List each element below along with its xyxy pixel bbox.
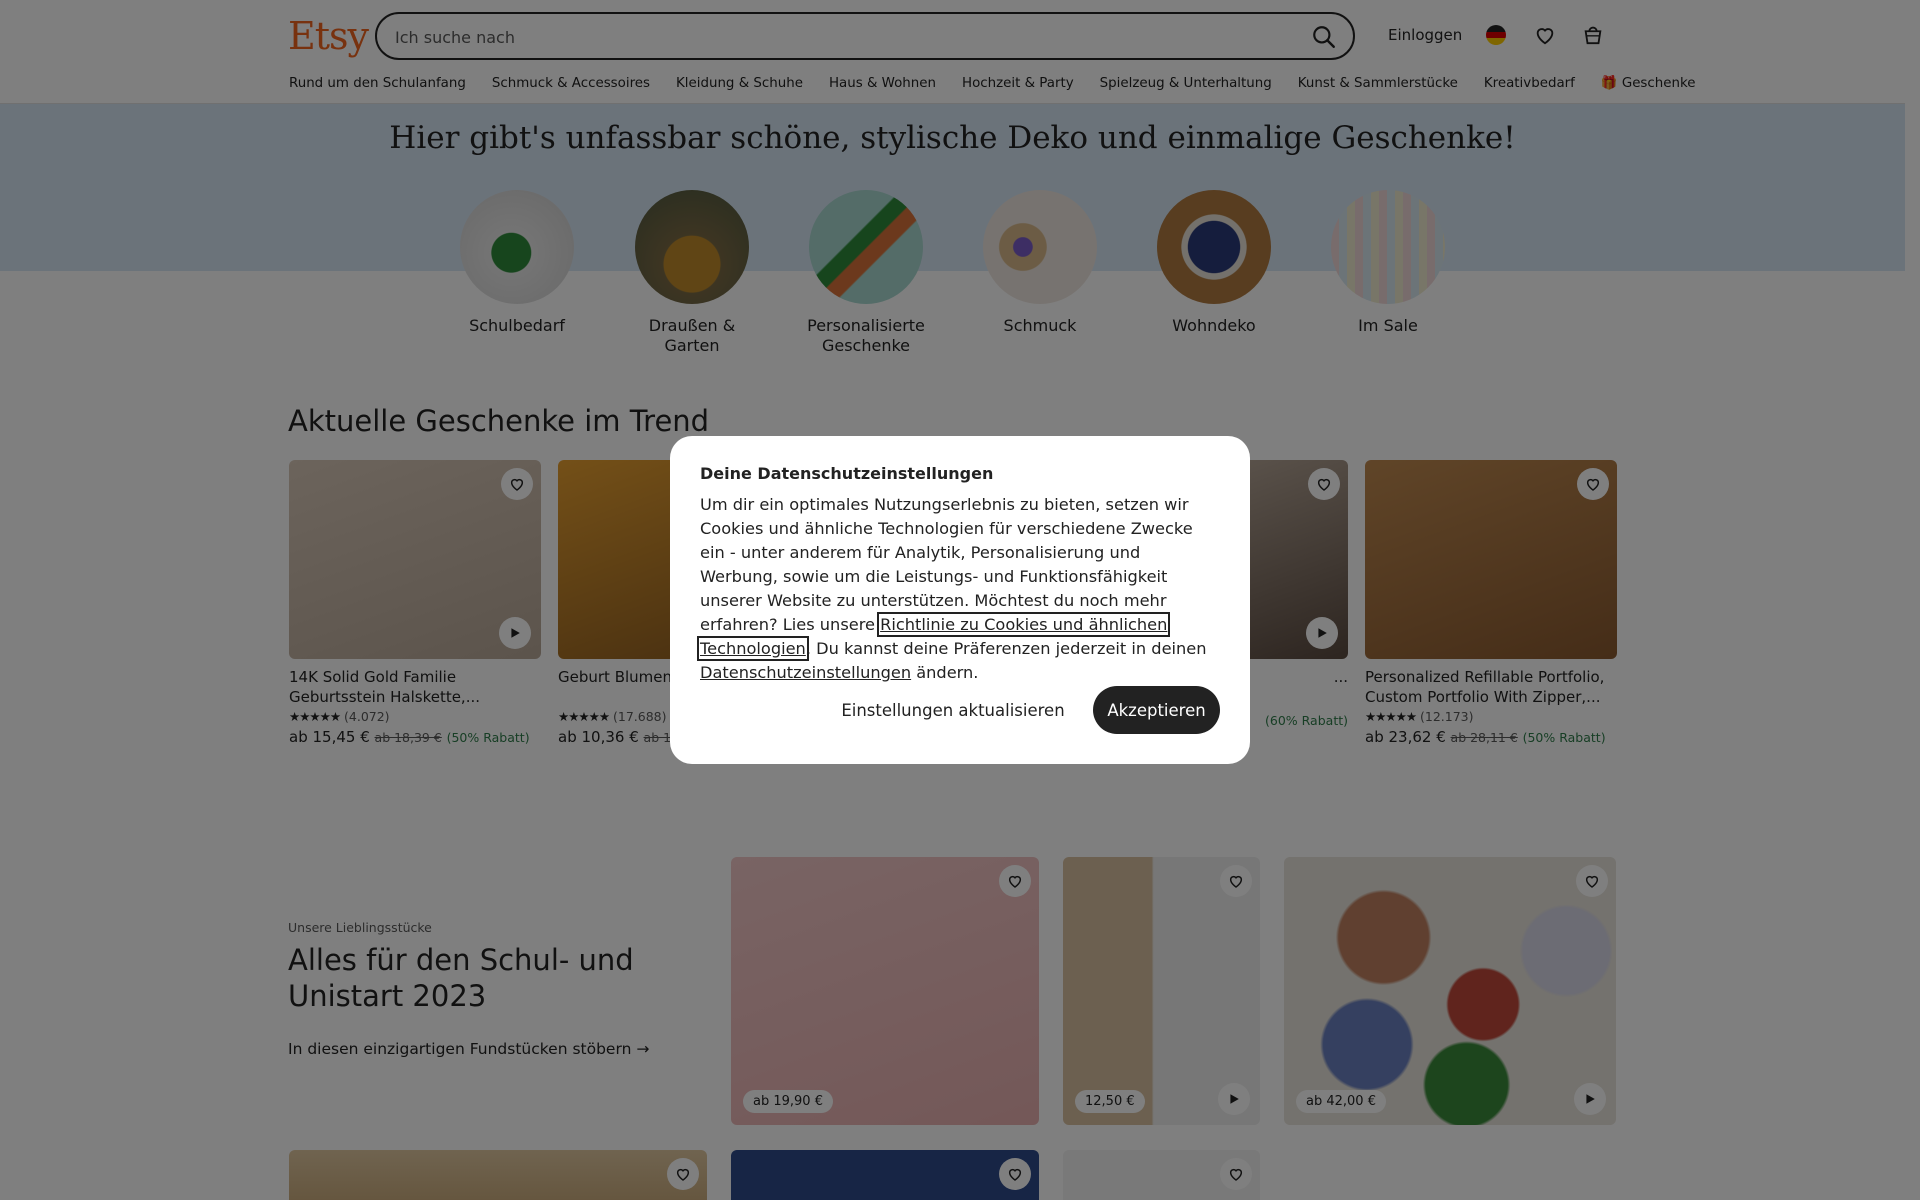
accept-button[interactable]: Akzeptieren — [1093, 686, 1220, 734]
dialog-text: Um dir ein optimales Nutzungserlebnis zu… — [696, 493, 1220, 685]
dialog-text-part: . Du kannst deine Präferenzen jederzeit … — [805, 639, 1207, 658]
dialog-text-part: Um dir ein optimales Nutzungserlebnis zu… — [700, 495, 1193, 634]
privacy-settings-link[interactable]: Datenschutzeinstellungen — [700, 663, 911, 682]
dialog-title: Deine Datenschutzeinstellungen — [700, 464, 994, 483]
update-settings-button[interactable]: Einstellungen aktualisieren — [828, 686, 1078, 734]
dialog-text-part: ändern. — [911, 663, 979, 682]
